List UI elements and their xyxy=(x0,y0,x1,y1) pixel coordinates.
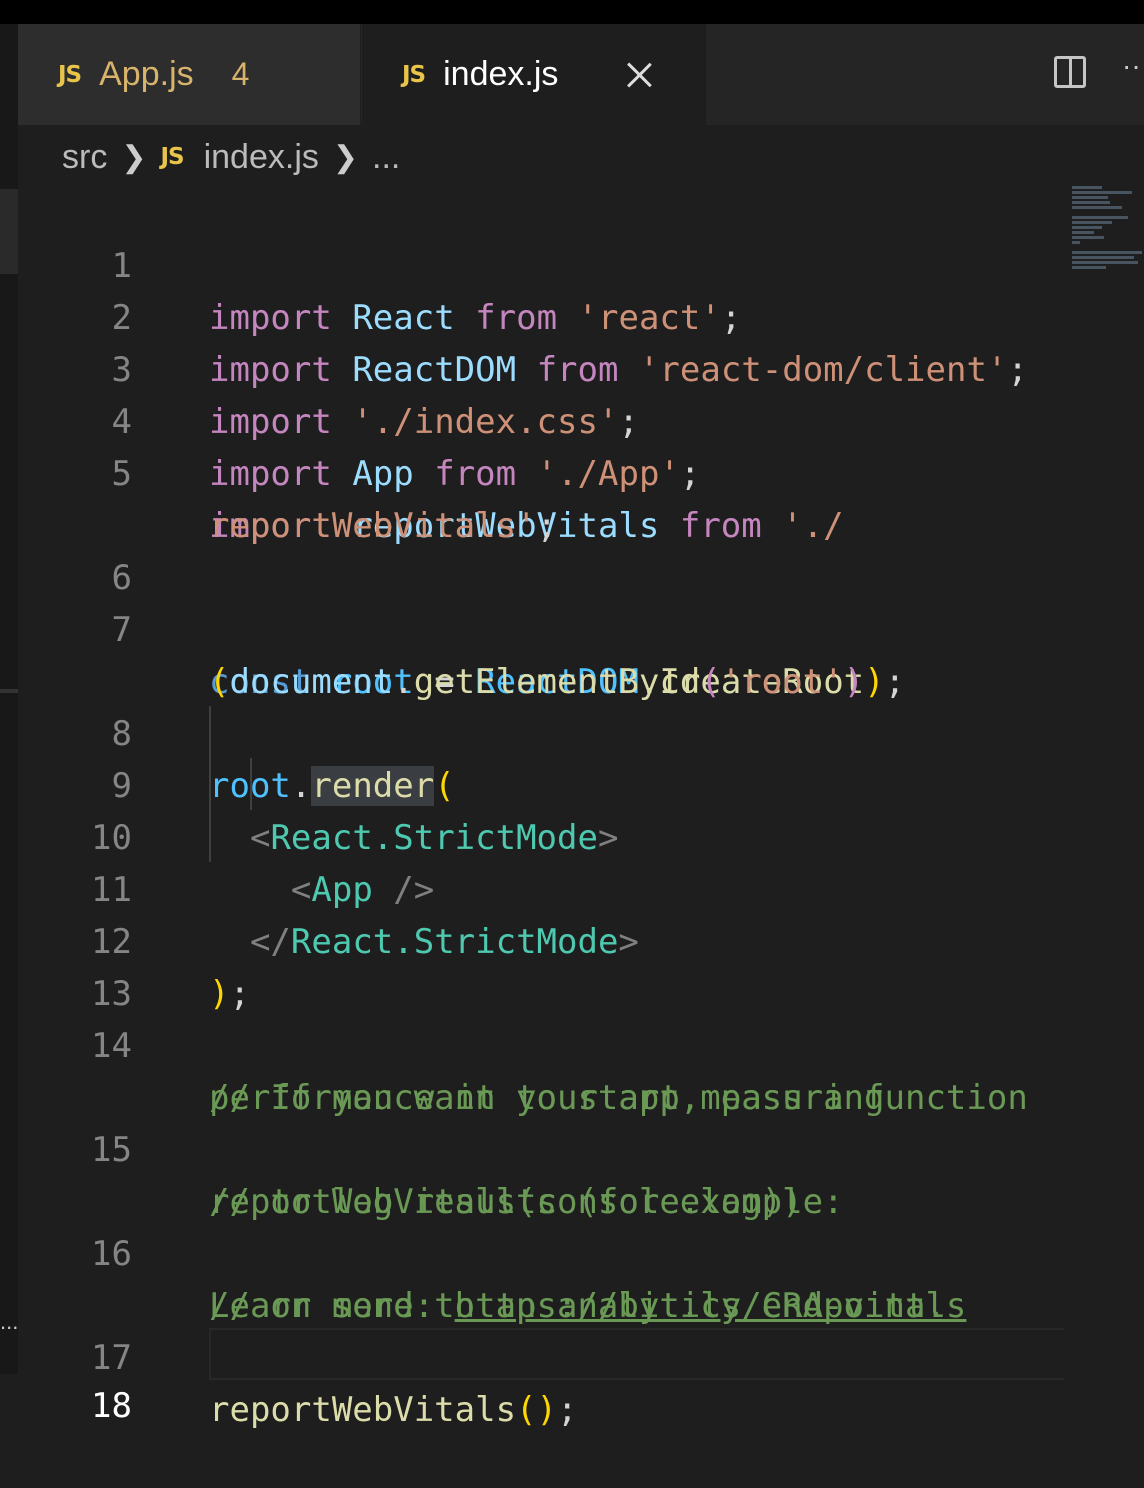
activity-gutter: ... xyxy=(0,24,18,1374)
code-line: 6 xyxy=(18,500,132,598)
code-editor[interactable]: 1 import React from 'react'; 2 import Re… xyxy=(18,188,1144,1430)
code-line-wrap: reportWebVitals(console.log)) xyxy=(209,1182,803,1222)
js-file-icon: JS xyxy=(58,61,82,88)
line-number: 18 xyxy=(91,1386,132,1426)
gutter-highlight xyxy=(0,189,18,274)
code-line: 12 ); xyxy=(18,864,250,1014)
tab-label: App.js xyxy=(99,55,194,93)
docs-link[interactable]: https://bit.ly/CRA-vitals xyxy=(455,1286,967,1326)
code-line-wrap: reportWebVitals'; xyxy=(209,506,557,546)
tab-label: index.js xyxy=(443,55,559,93)
code-line: 4 import App from './App'; xyxy=(18,344,701,494)
problem-count-badge: 4 xyxy=(231,56,250,92)
breadcrumb-symbol[interactable]: ... xyxy=(372,138,400,177)
close-icon[interactable] xyxy=(626,62,652,88)
tab-index-js[interactable]: JS index.js xyxy=(362,24,706,125)
current-line-highlight xyxy=(209,1328,1064,1380)
code-line: 15 // to log results (for example: xyxy=(18,1072,844,1222)
code-line: 7 const root = ReactDOM.createRoot xyxy=(18,552,865,702)
code-line: 10 <App /> xyxy=(18,760,434,910)
gutter-divider xyxy=(0,689,18,693)
chevron-right-icon: ❯ xyxy=(121,140,147,174)
code-line: 5 import reportWebVitals from './ xyxy=(18,396,844,546)
more-actions-icon[interactable]: ·· xyxy=(1122,50,1141,82)
code-line: 16 // or send to an analytics endpoint. xyxy=(18,1176,946,1326)
tab-app-js[interactable]: JS App.js 4 xyxy=(18,24,361,125)
code-line-wrap: (document.getElementById('root')); xyxy=(209,662,906,702)
js-file-icon: JS xyxy=(160,144,184,170)
js-file-icon: JS xyxy=(402,61,426,88)
breadcrumb-file[interactable]: index.js xyxy=(204,138,319,177)
breadcrumb-folder[interactable]: src xyxy=(62,138,107,177)
code-line: 14 // If you want to start measuring xyxy=(18,968,884,1118)
editor-tab-bar: JS App.js 4 JS index.js ·· xyxy=(18,24,1144,125)
split-editor-icon[interactable] xyxy=(1054,56,1086,88)
code-line: 1 import React from 'react'; xyxy=(18,188,742,338)
code-line-wrap: performance in your app, pass a function xyxy=(209,1078,1028,1118)
code-line: 18 xyxy=(18,1328,132,1426)
code-line: 9 <React.StrictMode> xyxy=(18,708,619,858)
code-line: 11 </React.StrictMode> xyxy=(18,812,639,962)
code-line: 3 import './index.css'; xyxy=(18,292,639,442)
selected-word: render xyxy=(311,766,435,806)
chevron-right-icon: ❯ xyxy=(332,140,359,174)
breadcrumb: src ❯ JS index.js ❯ ... xyxy=(62,132,400,182)
window-top-bar xyxy=(0,0,1144,24)
code-line: 2 import ReactDOM from 'react-dom/client… xyxy=(18,240,1028,390)
code-line: 8 root.render( xyxy=(18,656,455,806)
sidebar-ellipsis[interactable]: ... xyxy=(0,1309,18,1335)
code-line: 17 reportWebVitals(); xyxy=(18,1280,577,1430)
code-line: 13 xyxy=(18,916,132,1014)
code-line-wrap: Learn more: https://bit.ly/CRA-vitals xyxy=(209,1286,967,1326)
